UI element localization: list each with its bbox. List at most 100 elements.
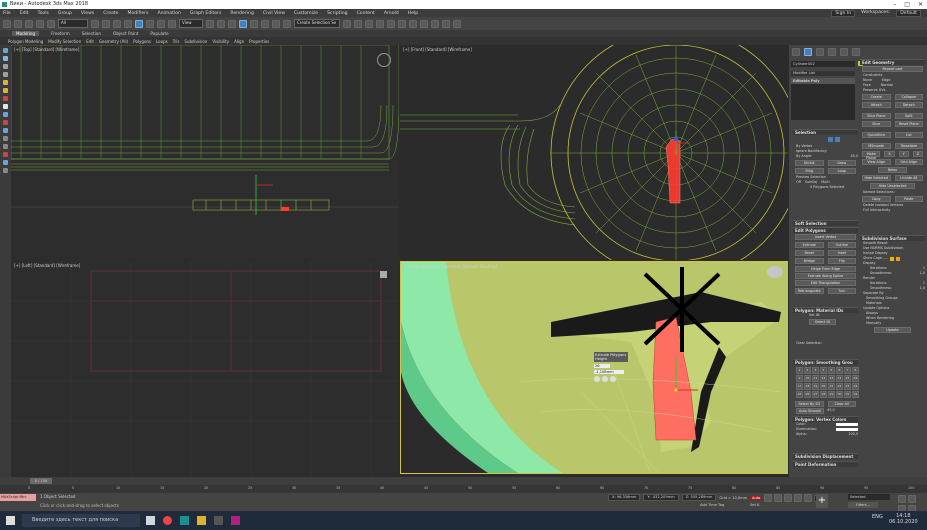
ribbon-tab-populate[interactable]: Populate [150, 31, 168, 36]
layer-explorer-icon[interactable] [365, 19, 373, 28]
smoothing-group-button[interactable]: 19 [812, 383, 819, 390]
ribbon-tab-freeform[interactable]: Freeform [51, 31, 70, 36]
edit-polygons-header[interactable]: Edit Polygons [793, 227, 858, 233]
menu-item-animation[interactable]: Animation [157, 11, 180, 16]
turn-button[interactable]: Turn [827, 288, 856, 294]
key-filters-button[interactable]: Filters... [848, 502, 878, 508]
smoothing-group-button[interactable]: 15 [844, 375, 851, 382]
extrude-button[interactable]: Extrude [795, 242, 824, 248]
ribbon-item-properties[interactable]: Properties [249, 39, 269, 44]
caddy-type-field[interactable]: 26 [594, 364, 610, 368]
create-button[interactable]: Create [862, 94, 891, 100]
set-id-field[interactable]: Set ID: [793, 313, 858, 318]
quickslice-button[interactable]: QuickSlice [862, 132, 891, 138]
color-swatch[interactable] [836, 423, 858, 426]
manually-radio[interactable]: Manually [860, 321, 925, 326]
clear-all-button[interactable]: Clear All [827, 401, 856, 407]
play-icon[interactable] [784, 494, 793, 502]
menu-item-group[interactable]: Group [58, 11, 72, 16]
select-object-icon[interactable] [91, 19, 99, 28]
smoothing-group-button[interactable]: 5 [828, 367, 835, 374]
frozen-icon[interactable] [3, 144, 8, 149]
viewcube-icon[interactable] [377, 53, 391, 67]
bridge-button[interactable]: Bridge [795, 258, 824, 264]
full-interactivity-checkbox[interactable]: Full Interactivity [860, 208, 925, 213]
keyboard-shortcut-icon[interactable] [228, 19, 236, 28]
polygon-mode-icon[interactable] [828, 137, 833, 142]
menu-item-views[interactable]: Views [81, 11, 94, 16]
hide-unselected-button[interactable]: Hide Unselected [870, 183, 915, 189]
smoothing-group-button[interactable]: 2 [804, 367, 811, 374]
shrink-button[interactable]: Shrink [795, 160, 824, 166]
render-production-icon[interactable] [442, 19, 450, 28]
named-selection-dropdown[interactable]: Create Selection Se [294, 19, 340, 28]
smoothing-group-button[interactable]: 4 [820, 367, 827, 374]
go-to-end-icon[interactable] [804, 494, 813, 502]
grow-button[interactable]: Grow [827, 160, 856, 166]
by-angle-checkbox[interactable]: By Angle: [796, 154, 812, 159]
smoothing-group-button[interactable]: 25 [796, 391, 803, 398]
clock[interactable]: 14:18 06.10.2020 [889, 513, 918, 525]
sphere-icon[interactable] [3, 48, 8, 53]
smoothing-group-button[interactable]: 6 [836, 367, 843, 374]
box-icon[interactable] [3, 56, 8, 61]
paste-button[interactable]: Paste [894, 196, 923, 202]
repeat-last-button[interactable]: Repeat Last [862, 66, 923, 72]
sort-icon[interactable] [3, 168, 8, 173]
ribbon-item-tris[interactable]: Tris [173, 39, 180, 44]
place-icon[interactable] [168, 19, 176, 28]
modifier-list-dropdown[interactable]: Modifier List [791, 71, 855, 76]
3dsmax-icon[interactable] [180, 516, 189, 525]
media-icon[interactable] [214, 516, 223, 525]
bevel-button[interactable]: Bevel [795, 250, 824, 256]
flip-button[interactable]: Flip [827, 258, 856, 264]
viewport-label[interactable]: [+] [Left] [Standard] [Wireframe] [14, 263, 80, 268]
pivot-icon[interactable] [206, 19, 214, 28]
helper-icon[interactable] [3, 96, 8, 101]
zoom-all-icon[interactable] [908, 495, 916, 503]
bind-spacewarp-icon[interactable] [47, 19, 55, 28]
edit-triangulation-button[interactable]: Edit Triangulation [795, 280, 856, 286]
object-name-field[interactable]: Cylinder002 [791, 61, 855, 67]
viewcube-icon[interactable] [380, 271, 387, 278]
apply-icon[interactable] [602, 376, 608, 382]
undo-icon[interactable] [3, 19, 11, 28]
menu-item-modifiers[interactable]: Modifiers [127, 11, 148, 16]
shape-icon[interactable] [3, 112, 8, 117]
sign-in-button[interactable]: Sign In [831, 10, 856, 17]
preview-off-radio[interactable]: Off [796, 180, 801, 185]
key-filter-dropdown[interactable]: Selected [848, 494, 890, 500]
menu-item-scripting[interactable]: Scripting [327, 11, 347, 16]
viewcube-icon[interactable] [767, 266, 783, 278]
filter-icon[interactable] [3, 160, 8, 165]
ribbon-item-visibility[interactable]: Visibility [212, 39, 229, 44]
toggle-ribbon-icon[interactable] [376, 19, 384, 28]
link-icon[interactable] [25, 19, 33, 28]
tessellate-button[interactable]: Tessellate [894, 143, 923, 149]
hinge-from-edge-button[interactable]: Hinge From Edge [795, 266, 856, 272]
rotate-icon[interactable] [146, 19, 154, 28]
go-to-start-icon[interactable] [764, 494, 773, 502]
bone-icon[interactable] [3, 120, 8, 125]
select-by-name-icon[interactable] [102, 19, 110, 28]
group-icon[interactable] [3, 128, 8, 133]
unlink-icon[interactable] [36, 19, 44, 28]
insert-vertex-button[interactable]: Insert Vertex [795, 234, 856, 240]
ribbon-item-loops[interactable]: Loops [156, 39, 168, 44]
stack-item[interactable]: Editable Poly [791, 78, 855, 84]
ribbon-item-polygon-modeling[interactable]: Polygon Modeling [8, 39, 43, 44]
smoothness-field[interactable]: 1,0 [920, 271, 925, 276]
display-tab-icon[interactable] [840, 48, 848, 56]
menu-item-create[interactable]: Create [103, 11, 118, 16]
ribbon-tab-modeling[interactable]: Modeling [12, 31, 40, 36]
smoothing-group-button[interactable]: 3 [812, 367, 819, 374]
scene-explorer-icon[interactable] [3, 72, 8, 77]
display-icon[interactable] [3, 104, 8, 109]
render-smoothness-field[interactable]: 1,0 [920, 286, 925, 291]
render-cloud-icon[interactable] [453, 19, 461, 28]
snap-icon[interactable] [239, 19, 247, 28]
cut-button[interactable]: Cut [894, 132, 923, 138]
loop-button[interactable]: Loop [827, 168, 856, 174]
menu-item-graph-editors[interactable]: Graph Editors [190, 11, 222, 16]
split-checkbox[interactable]: Split [894, 113, 923, 119]
